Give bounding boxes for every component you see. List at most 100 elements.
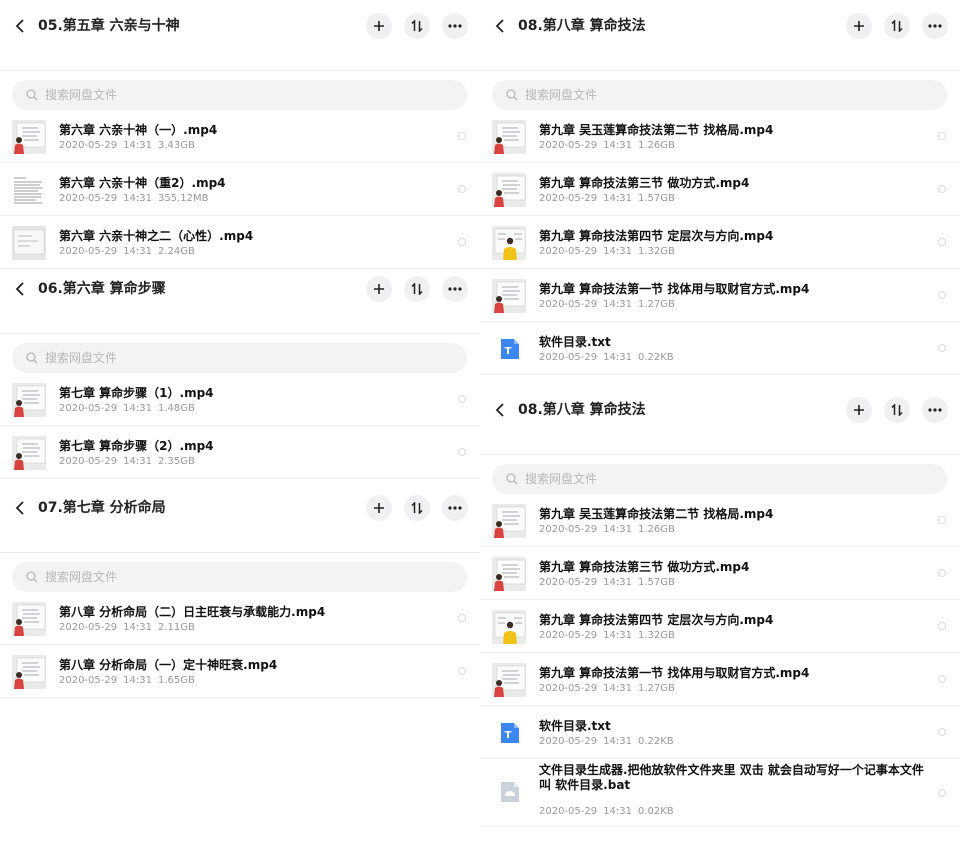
sort-button[interactable]	[884, 13, 910, 39]
search-input[interactable]	[45, 351, 425, 365]
folder-panel: 08.第八章 算命技法 第九章 吴玉莲算命技法第二节 找格局.mp4 2020-…	[480, 0, 960, 375]
more-button[interactable]	[442, 13, 468, 39]
select-radio[interactable]	[938, 344, 946, 352]
folder-panel: 06.第六章 算命步骤 第七章 算命步骤（1）.mp4 2020-05-29 14…	[0, 263, 480, 479]
select-radio[interactable]	[938, 238, 946, 246]
file-row[interactable]: 第六章 六亲十神（一）.mp4 2020-05-29 14:31 3.43GB	[0, 110, 480, 163]
more-button[interactable]	[442, 495, 468, 521]
file-row[interactable]: 文件目录生成器.把他放软件文件夹里 双击 就会自动写好一个记事本文件 叫 软件目…	[480, 759, 960, 827]
add-button[interactable]	[846, 13, 872, 39]
file-meta: 2020-05-29 14:31 1.57GB	[539, 577, 681, 589]
select-radio[interactable]	[938, 291, 946, 299]
file-time: 14:31	[123, 403, 152, 414]
file-row[interactable]: 第八章 分析命局（二）日主旺衰与承载能力.mp4 2020-05-29 14:31…	[0, 592, 480, 645]
file-type-letter: T	[504, 345, 512, 357]
file-list: 第八章 分析命局（二）日主旺衰与承载能力.mp4 2020-05-29 14:31…	[0, 592, 480, 698]
select-radio[interactable]	[938, 728, 946, 736]
search-box[interactable]	[12, 343, 467, 373]
plus-icon	[374, 21, 384, 31]
folder-title: 08.第八章 算命技法	[518, 402, 646, 418]
select-radio[interactable]	[938, 185, 946, 193]
search-icon	[26, 571, 38, 583]
sort-button[interactable]	[404, 13, 430, 39]
add-button[interactable]	[366, 13, 392, 39]
file-time: 14:31	[603, 683, 632, 694]
back-button[interactable]	[492, 15, 508, 37]
back-button[interactable]	[492, 399, 508, 421]
plus-icon	[854, 21, 864, 31]
file-list: 第九章 吴玉莲算命技法第二节 找格局.mp4 2020-05-29 14:31 1.…	[480, 494, 960, 827]
sort-button[interactable]	[404, 495, 430, 521]
select-radio[interactable]	[458, 132, 466, 140]
file-date: 2020-05-29	[59, 622, 118, 633]
select-radio[interactable]	[938, 675, 946, 683]
more-button[interactable]	[922, 397, 948, 423]
file-row[interactable]: 第七章 算命步骤（2）.mp4 2020-05-29 14:31 2.35GB	[0, 426, 480, 479]
more-button[interactable]	[922, 13, 948, 39]
file-date: 2020-05-29	[539, 577, 598, 588]
select-radio[interactable]	[938, 132, 946, 140]
select-radio[interactable]	[458, 395, 466, 403]
back-button[interactable]	[12, 497, 28, 519]
file-name: 第九章 算命技法第三节 做功方式.mp4	[539, 176, 750, 190]
select-radio[interactable]	[458, 185, 466, 193]
file-row[interactable]: 第九章 算命技法第一节 找体用与取财官方式.mp4 2020-05-29 14:3…	[480, 653, 960, 706]
back-button[interactable]	[12, 278, 28, 300]
more-icon	[928, 24, 942, 28]
file-row[interactable]: 第九章 吴玉莲算命技法第二节 找格局.mp4 2020-05-29 14:31 1.…	[480, 494, 960, 547]
file-size: 1.48GB	[157, 403, 195, 414]
add-button[interactable]	[366, 495, 392, 521]
sort-button[interactable]	[404, 276, 430, 302]
file-row[interactable]: 第九章 吴玉莲算命技法第二节 找格局.mp4 2020-05-29 14:31 1.…	[480, 110, 960, 163]
file-size: 1.26GB	[637, 140, 675, 151]
file-row[interactable]: T 软件目录.txt 2020-05-29 14:31 0.22KB	[480, 322, 960, 375]
select-radio[interactable]	[458, 614, 466, 622]
file-row[interactable]: 第六章 六亲十神之二（心性）.mp4 2020-05-29 14:31 2.24GB	[0, 216, 480, 269]
plus-icon	[374, 503, 384, 513]
file-meta: 2020-05-29 14:31 1.48GB	[59, 403, 201, 415]
file-name: 第六章 六亲十神（重2）.mp4	[59, 176, 226, 190]
file-name: 第六章 六亲十神之二（心性）.mp4	[59, 229, 254, 243]
select-radio[interactable]	[458, 667, 466, 675]
file-row[interactable]: 第八章 分析命局（一）定十神旺衰.mp4 2020-05-29 14:31 1.65…	[0, 645, 480, 698]
search-input[interactable]	[525, 472, 905, 486]
file-size: 1.26GB	[637, 524, 675, 535]
file-name: 第九章 算命技法第四节 定层次与方向.mp4	[539, 229, 774, 243]
file-row[interactable]: 第六章 六亲十神（重2）.mp4 2020-05-29 14:31 355.12MB	[0, 163, 480, 216]
file-row[interactable]: 第九章 算命技法第四节 定层次与方向.mp4 2020-05-29 14:31 1.…	[480, 216, 960, 269]
file-row[interactable]: 第九章 算命技法第三节 做功方式.mp4 2020-05-29 14:31 1.57…	[480, 163, 960, 216]
file-row[interactable]: 第七章 算命步骤（1）.mp4 2020-05-29 14:31 1.48GB	[0, 373, 480, 426]
back-button[interactable]	[12, 15, 28, 37]
file-date: 2020-05-29	[539, 140, 598, 151]
plus-icon	[374, 284, 384, 294]
file-date: 2020-05-29	[59, 140, 118, 151]
file-row[interactable]: T 软件目录.txt 2020-05-29 14:31 0.22KB	[480, 706, 960, 759]
search-box[interactable]	[492, 80, 947, 110]
select-radio[interactable]	[938, 622, 946, 630]
file-row[interactable]: 第九章 算命技法第三节 做功方式.mp4 2020-05-29 14:31 1.57…	[480, 547, 960, 600]
file-row[interactable]: 第九章 算命技法第四节 定层次与方向.mp4 2020-05-29 14:31 1.…	[480, 600, 960, 653]
search-box[interactable]	[12, 562, 467, 592]
select-radio[interactable]	[458, 448, 466, 456]
sort-button[interactable]	[884, 397, 910, 423]
select-radio[interactable]	[938, 789, 946, 797]
video-thumbnail	[492, 226, 526, 260]
select-radio[interactable]	[938, 516, 946, 524]
search-box[interactable]	[492, 464, 947, 494]
add-button[interactable]	[366, 276, 392, 302]
select-radio[interactable]	[458, 238, 466, 246]
file-time: 14:31	[603, 246, 632, 257]
file-size: 0.22KB	[637, 736, 674, 747]
file-row[interactable]: 第九章 算命技法第一节 找体用与取财官方式.mp4 2020-05-29 14:3…	[480, 269, 960, 322]
search-input[interactable]	[525, 88, 905, 102]
search-input[interactable]	[45, 88, 425, 102]
file-time: 14:31	[603, 630, 632, 641]
txt-file-icon: T	[492, 716, 526, 750]
file-size: 1.27GB	[637, 299, 675, 310]
more-button[interactable]	[442, 276, 468, 302]
select-radio[interactable]	[938, 569, 946, 577]
search-input[interactable]	[45, 570, 425, 584]
chevron-left-icon	[15, 282, 24, 296]
search-box[interactable]	[12, 80, 467, 110]
add-button[interactable]	[846, 397, 872, 423]
